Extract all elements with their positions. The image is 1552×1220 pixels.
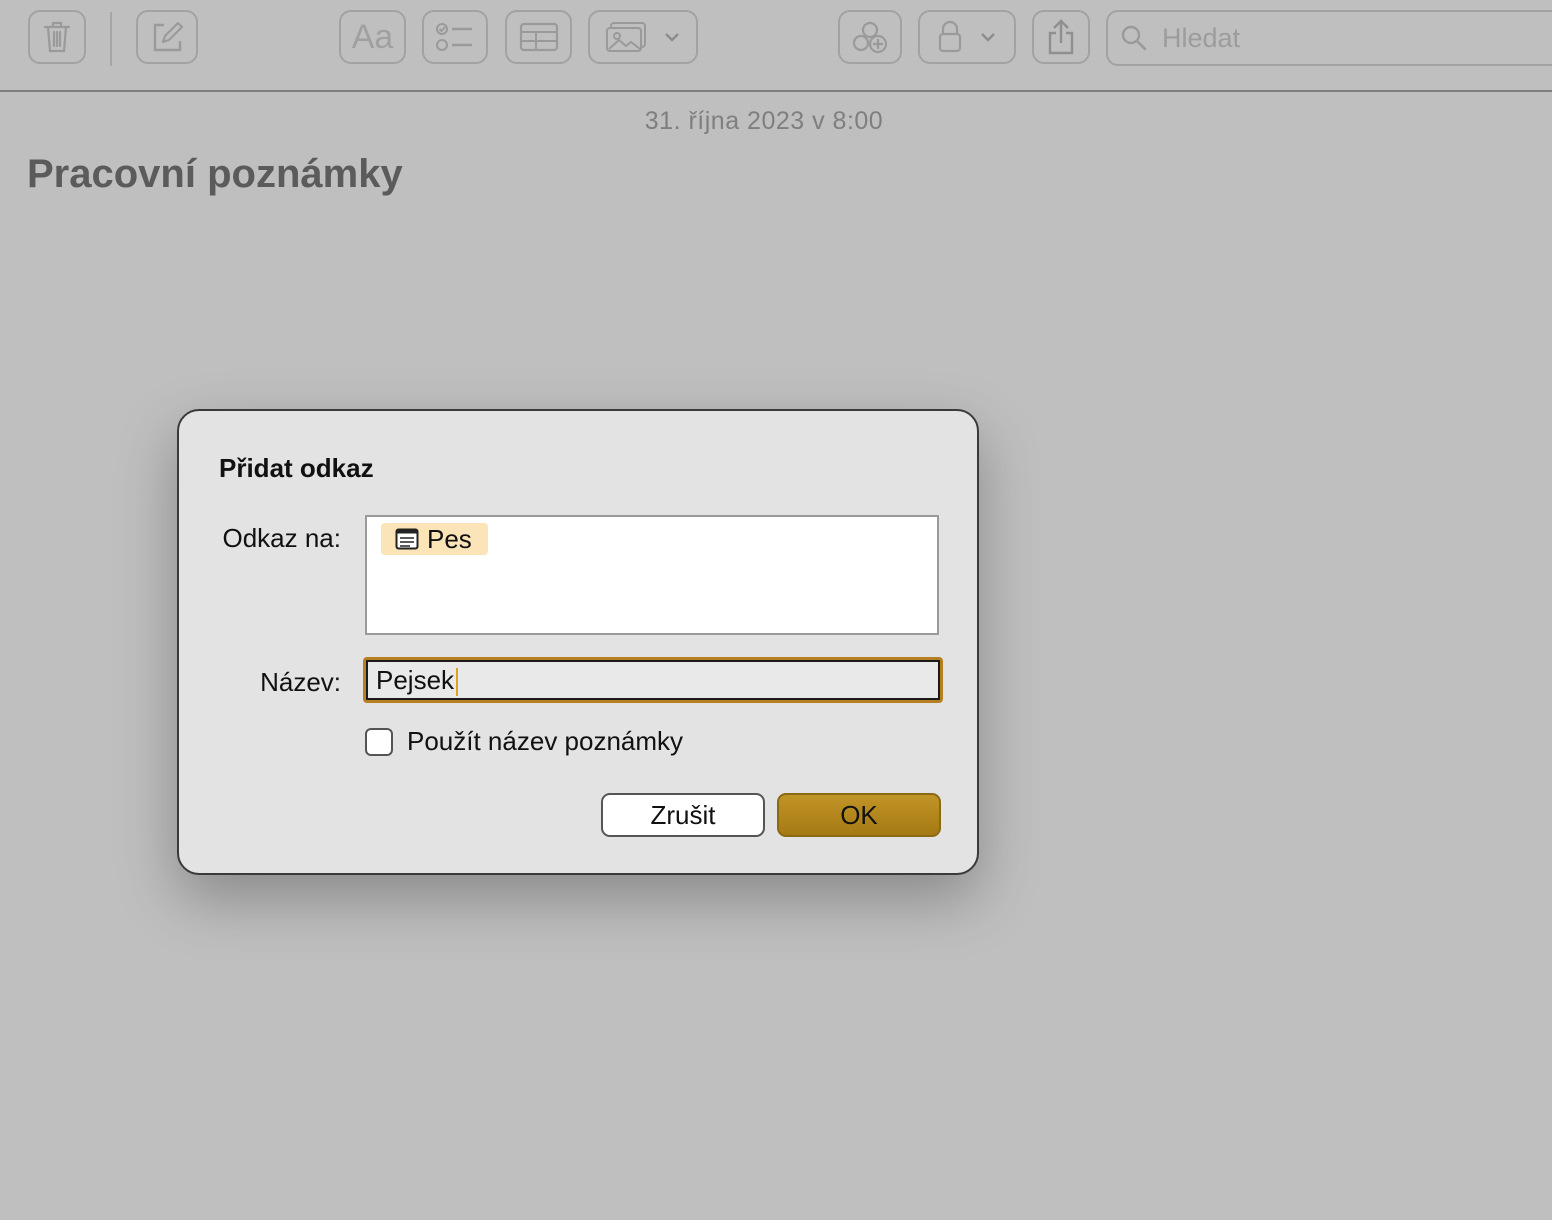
use-note-name-checkbox[interactable]: Použít název poznámky xyxy=(365,726,683,757)
link-target-field[interactable]: Pes xyxy=(365,515,939,635)
dialog-title: Přidat odkaz xyxy=(219,453,374,483)
toolbar: Aa xyxy=(0,0,1552,92)
note-link-token[interactable]: Pes xyxy=(381,523,488,555)
note-icon xyxy=(395,528,419,550)
name-field-focus-ring[interactable] xyxy=(363,657,943,703)
toolbar-separator xyxy=(110,12,112,66)
collaborate-icon xyxy=(852,21,888,54)
lock-icon xyxy=(938,20,962,53)
share-button[interactable] xyxy=(1032,10,1090,64)
chevron-down-icon xyxy=(665,33,679,42)
note-date: 31. října 2023 v 8:00 xyxy=(644,107,884,135)
lock-button[interactable] xyxy=(918,10,1016,64)
format-button[interactable]: Aa xyxy=(339,10,406,64)
add-link-dialog: Přidat odkaz Odkaz na: Pes Název: Použít… xyxy=(177,409,979,875)
chevron-down-icon xyxy=(981,33,995,42)
note-title[interactable]: Pracovní poznámky xyxy=(27,152,403,197)
collaborate-button[interactable] xyxy=(838,10,902,64)
use-note-name-label: Použít název poznámky xyxy=(407,726,684,756)
text-format-icon: Aa xyxy=(351,17,394,56)
photo-icon xyxy=(606,22,646,52)
ok-button[interactable]: OK xyxy=(777,793,941,837)
name-label: Název: xyxy=(260,667,341,697)
table-button[interactable] xyxy=(505,10,572,64)
link-to-label: Odkaz na: xyxy=(222,523,341,553)
delete-button[interactable] xyxy=(28,10,86,64)
note-link-token-label: Pes xyxy=(427,523,472,554)
checklist-button[interactable] xyxy=(422,10,488,64)
compose-button[interactable] xyxy=(136,10,198,64)
search-field[interactable] xyxy=(1106,10,1552,66)
name-input[interactable] xyxy=(366,660,940,700)
checkbox-box[interactable] xyxy=(365,727,393,756)
trash-icon xyxy=(43,21,71,53)
share-icon xyxy=(1048,19,1074,55)
cancel-button[interactable]: Zrušit xyxy=(601,793,765,837)
table-icon xyxy=(519,22,558,52)
search-input[interactable] xyxy=(1160,21,1544,55)
media-button[interactable] xyxy=(588,10,698,64)
search-icon xyxy=(1121,25,1147,51)
text-caret xyxy=(456,668,458,696)
compose-icon xyxy=(153,21,184,52)
checklist-icon xyxy=(436,23,472,51)
